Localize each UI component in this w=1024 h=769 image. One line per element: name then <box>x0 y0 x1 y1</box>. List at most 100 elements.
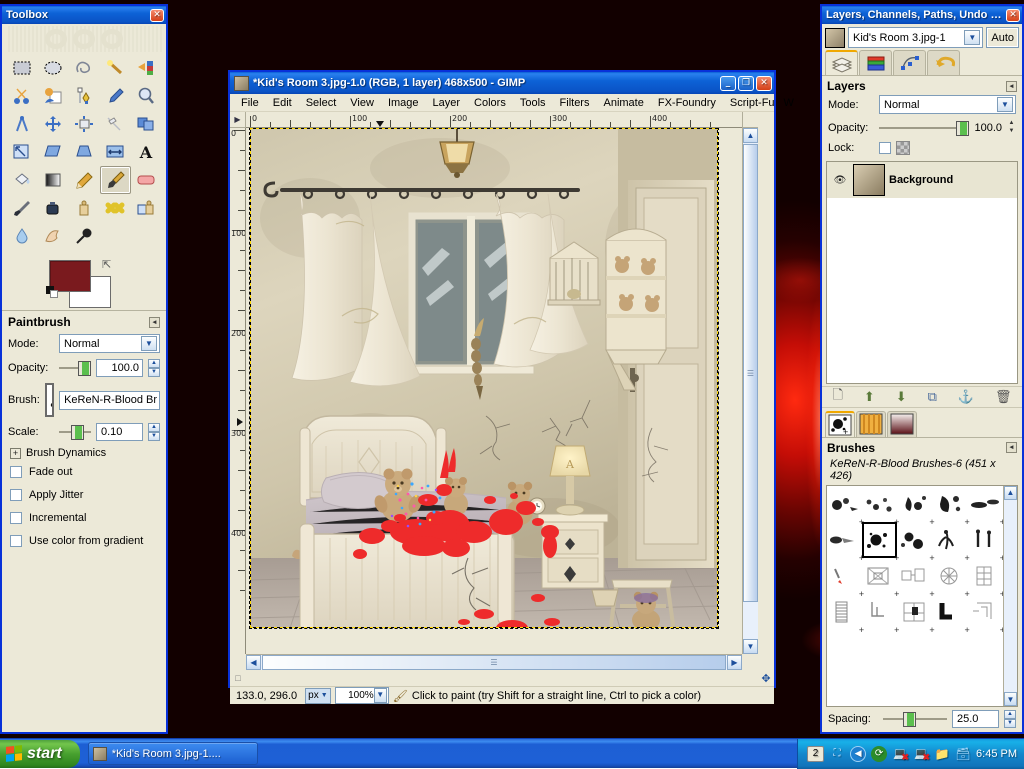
list-item[interactable] <box>862 486 897 522</box>
vertical-scroll-thumb[interactable]: ☰ <box>743 144 758 602</box>
menu-windows[interactable]: W <box>782 96 794 110</box>
menu-select[interactable]: Select <box>299 96 344 110</box>
plus-icon[interactable]: + <box>10 448 21 459</box>
scissors-select-tool[interactable] <box>6 82 37 110</box>
incremental-option[interactable]: Incremental <box>10 512 160 524</box>
toolbox-close-button[interactable]: ✕ <box>150 9 164 22</box>
apply-jitter-option[interactable]: Apply Jitter <box>10 489 160 501</box>
tab-layers[interactable] <box>825 50 858 75</box>
brush-preview[interactable]: + <box>45 383 54 417</box>
dock-close-button[interactable]: ✕ <box>1006 9 1020 22</box>
scale-tool[interactable] <box>6 138 37 166</box>
airbrush-tool[interactable] <box>6 194 37 222</box>
chevron-down-icon[interactable]: ▼ <box>964 30 980 45</box>
tab-gradients[interactable] <box>887 411 917 437</box>
language-indicator[interactable]: 2 <box>807 746 824 762</box>
fade-out-checkbox[interactable] <box>10 466 22 478</box>
zoom-chevron-down-icon[interactable]: ▼ <box>374 688 387 703</box>
menu-animate[interactable]: Animate <box>596 96 650 110</box>
raise-layer-button[interactable]: ⬆ <box>864 389 875 405</box>
quickmask-toggle-button[interactable] <box>742 112 758 128</box>
zoom-selector[interactable]: 100% ▼ <box>335 687 389 704</box>
list-item[interactable] <box>827 594 862 630</box>
tray-expand-chevron-icon[interactable]: ◀ <box>850 746 866 762</box>
menu-filters[interactable]: Filters <box>553 96 597 110</box>
mode-combo[interactable]: Normal ▼ <box>59 334 160 353</box>
folder-alert-icon[interactable]: 📁 <box>934 746 950 762</box>
close-button[interactable]: ✕ <box>756 76 772 91</box>
brush-combo[interactable]: KeReN-R-Blood Br <box>59 391 160 410</box>
spacing-value[interactable]: 25.0 <box>952 710 999 728</box>
zoom-tool[interactable] <box>131 82 162 110</box>
minimize-button[interactable]: _ <box>720 76 736 91</box>
tool-options-menu-icon[interactable]: ◂ <box>149 317 160 328</box>
opacity-stepper[interactable]: ▲▼ <box>148 359 160 377</box>
lock-alpha-icon[interactable] <box>896 141 910 155</box>
list-item[interactable] <box>968 594 1003 630</box>
ink-tool[interactable] <box>37 194 68 222</box>
navigation-preview-button[interactable]: ✥ <box>758 670 774 686</box>
scale-slider[interactable] <box>59 425 91 439</box>
menu-colors[interactable]: Colors <box>467 96 513 110</box>
flip-tool[interactable] <box>100 138 131 166</box>
perspective-tool[interactable] <box>68 138 99 166</box>
scroll-right-button[interactable]: ▶ <box>727 655 742 670</box>
use-color-from-gradient-option[interactable]: Use color from gradient <box>10 535 160 547</box>
network-disconnected-icon-2[interactable]: 💻✖ <box>913 746 929 762</box>
list-item[interactable] <box>897 558 932 594</box>
blend-gradient-tool[interactable] <box>37 166 68 194</box>
fuzzy-select-tool[interactable] <box>100 54 131 82</box>
anchor-layer-button[interactable]: ⚓ <box>958 389 974 405</box>
delete-layer-button[interactable]: 🗑 <box>995 389 1012 405</box>
pencil-tool[interactable] <box>68 166 99 194</box>
menu-view[interactable]: View <box>343 96 381 110</box>
menu-file[interactable]: File <box>234 96 266 110</box>
text-tool[interactable]: A <box>131 138 162 166</box>
brushes-grid[interactable]: ▲ ▼ <box>826 485 1018 708</box>
scroll-down-button[interactable]: ▼ <box>743 639 758 654</box>
tab-paths[interactable] <box>893 50 926 75</box>
horizontal-ruler[interactable]: 0 100 200 300 400 <box>246 112 742 128</box>
scale-value[interactable]: 0.10 <box>96 423 143 441</box>
rect-select-tool[interactable] <box>6 54 37 82</box>
tab-patterns[interactable] <box>856 411 886 437</box>
layer-mode-combo[interactable]: Normal ▼ <box>879 95 1016 114</box>
layer-visibility-eye-icon[interactable]: 👁 <box>831 175 849 186</box>
measure-tool[interactable] <box>6 110 37 138</box>
list-item[interactable] <box>897 486 932 522</box>
ruler-origin-button[interactable]: ▶ <box>230 112 246 128</box>
list-item[interactable] <box>968 558 1003 594</box>
menu-fx-foundry[interactable]: FX-Foundry <box>651 96 723 110</box>
menu-script-fu[interactable]: Script-Fu <box>723 96 782 110</box>
lock-pixels-checkbox[interactable] <box>879 142 891 154</box>
list-item[interactable] <box>933 522 968 558</box>
apply-jitter-checkbox[interactable] <box>10 489 22 501</box>
chevron-down-icon[interactable]: ▼ <box>321 692 328 699</box>
duplicate-layer-button[interactable]: ⧉ <box>928 389 937 405</box>
perspective-clone-tool[interactable] <box>131 194 162 222</box>
list-item[interactable] <box>862 558 897 594</box>
opacity-value[interactable]: 100.0 <box>96 359 143 377</box>
list-item[interactable] <box>897 522 932 558</box>
smudge-tool[interactable] <box>37 222 68 250</box>
dodge-burn-tool[interactable] <box>68 222 99 250</box>
lower-layer-button[interactable]: ⬇ <box>896 389 907 405</box>
blur-sharpen-tool[interactable] <box>6 222 37 250</box>
tab-brushes[interactable]: + <box>825 411 855 437</box>
list-item[interactable] <box>897 594 932 630</box>
list-item[interactable] <box>968 486 1003 522</box>
alignment-tool[interactable] <box>68 110 99 138</box>
list-item[interactable] <box>862 594 897 630</box>
color-picker-tool[interactable] <box>100 82 131 110</box>
menu-edit[interactable]: Edit <box>266 96 299 110</box>
new-layer-button[interactable]: 🗋 <box>832 386 842 408</box>
list-item[interactable] <box>827 522 862 558</box>
tab-undo-history[interactable] <box>927 50 960 75</box>
layer-opacity-slider[interactable] <box>879 121 969 135</box>
canvas-horizontal-scrollbar[interactable]: ◀ ☰ ▶ <box>246 654 742 670</box>
menu-layer[interactable]: Layer <box>426 96 468 110</box>
security-icon[interactable]: 🗃 <box>955 746 971 762</box>
network-disconnected-icon[interactable]: 💻✖ <box>892 746 908 762</box>
eraser-tool[interactable] <box>131 166 162 194</box>
image-canvas[interactable]: A <box>250 128 718 628</box>
